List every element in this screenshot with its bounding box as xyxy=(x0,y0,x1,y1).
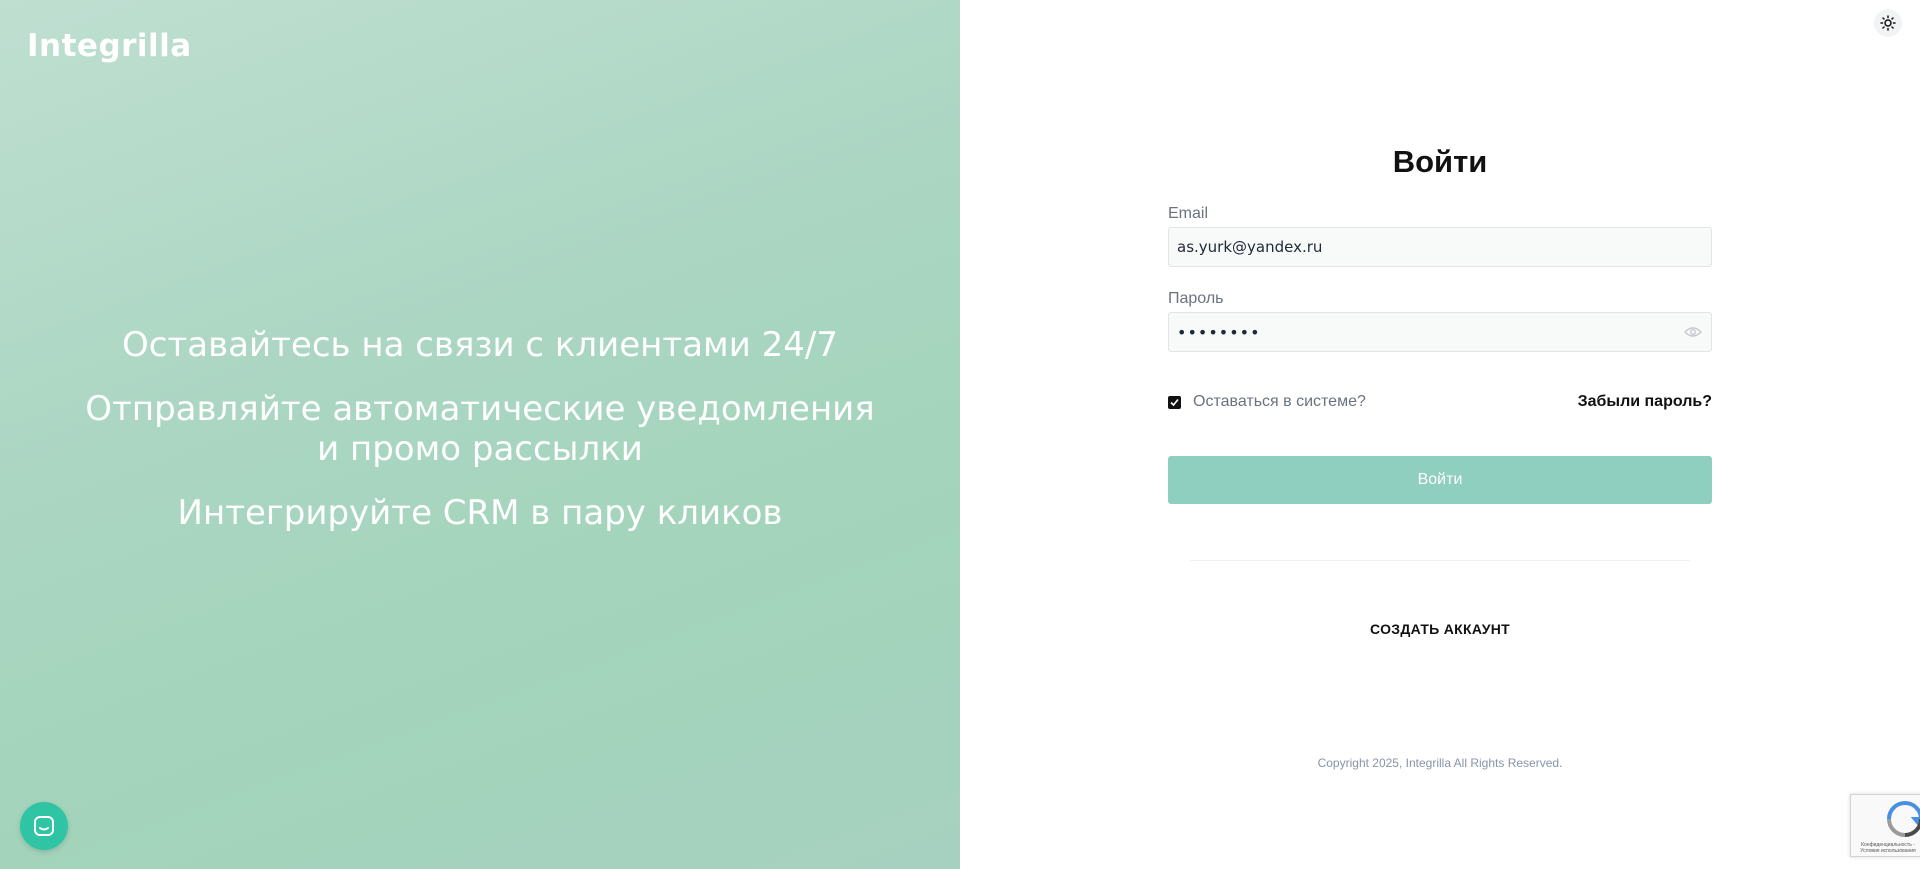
remember-checkbox[interactable] xyxy=(1168,395,1181,409)
divider xyxy=(1190,560,1690,561)
remember-label: Оставаться в системе? xyxy=(1193,393,1366,410)
theme-toggle-button[interactable] xyxy=(1874,9,1902,37)
promo-line-2: Отправляйте автоматические уведомления и… xyxy=(85,389,875,469)
chat-button[interactable] xyxy=(20,802,68,850)
promo-line-3: Интегрируйте CRM в пару кликов xyxy=(177,493,783,533)
promo-line-1: Оставайтесь на связи с клиентами 24/7 xyxy=(122,325,838,365)
remember-checkbox-group[interactable]: Оставаться в системе? xyxy=(1168,393,1366,411)
recaptcha-badge[interactable]: Конфиденциальность - Условия использован… xyxy=(1850,794,1920,857)
remember-row: Оставаться в системе? Забыли пароль? xyxy=(1168,393,1712,411)
login-panel xyxy=(960,0,1920,869)
email-field-wrapper xyxy=(1168,227,1712,267)
promo-slogans: Оставайтесь на связи с клиентами 24/7 От… xyxy=(0,325,960,557)
chat-icon xyxy=(34,816,54,836)
email-label: Email xyxy=(1168,205,1209,222)
brand-logo[interactable]: Integrilla xyxy=(27,28,192,64)
recaptcha-icon xyxy=(1887,801,1920,837)
check-icon xyxy=(1170,398,1179,406)
password-label: Пароль xyxy=(1168,290,1224,307)
promo-panel: Integrilla Оставайтесь на связи с клиент… xyxy=(0,0,960,869)
login-title: Войти xyxy=(1392,144,1488,179)
create-account-link[interactable]: СОЗДАТЬ АККАУНТ xyxy=(1168,621,1712,637)
copyright-text: Copyright 2025, Integrilla All Rights Re… xyxy=(1317,756,1563,770)
recaptcha-text[interactable]: Конфиденциальность - Условия использован… xyxy=(1855,842,1920,854)
email-field[interactable] xyxy=(1177,238,1703,256)
forgot-password-link[interactable]: Забыли пароль? xyxy=(1578,393,1712,411)
password-field-wrapper xyxy=(1168,312,1712,352)
login-button[interactable]: Войти xyxy=(1168,456,1712,504)
eye-icon[interactable] xyxy=(1683,322,1703,342)
password-field[interactable] xyxy=(1177,322,1683,342)
sun-icon xyxy=(1880,15,1896,31)
